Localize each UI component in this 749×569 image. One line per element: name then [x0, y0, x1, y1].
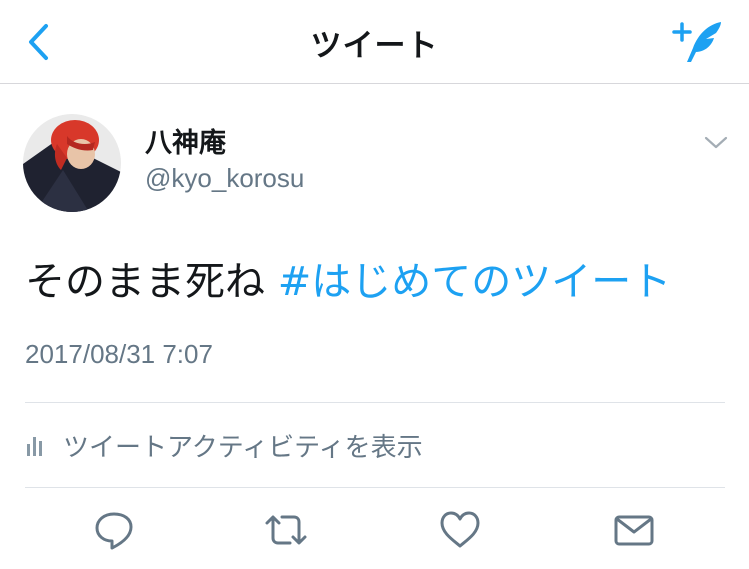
divider — [25, 402, 725, 403]
tweet-text: そのまま死ね #はじめてのツイート — [25, 254, 671, 310]
retweet-icon[interactable] — [264, 508, 308, 552]
mail-icon[interactable] — [612, 508, 656, 552]
tweet-activity-label: ツイートアクティビティを表示 — [63, 432, 423, 463]
tweet-activity-link[interactable]: ツイートアクティビティを表示 — [25, 425, 423, 465]
heart-icon[interactable] — [438, 508, 482, 552]
bar-chart-icon — [25, 432, 45, 458]
reply-icon[interactable] — [92, 508, 136, 552]
chevron-down-icon[interactable] — [700, 130, 732, 154]
divider — [25, 487, 725, 488]
navigation-bar: ツイート — [0, 0, 749, 84]
compose-tweet-icon[interactable] — [672, 18, 724, 66]
hashtag-link[interactable]: #はじめてのツイート — [278, 259, 672, 305]
tweet-body: そのまま死ね — [25, 259, 265, 305]
page-title: ツイート — [310, 28, 439, 64]
user-handle[interactable]: @kyo_korosu — [145, 163, 304, 194]
display-name[interactable]: 八神庵 — [145, 121, 226, 160]
avatar[interactable] — [23, 114, 121, 212]
tweet-timestamp: 2017/08/31 7:07 — [25, 339, 213, 369]
